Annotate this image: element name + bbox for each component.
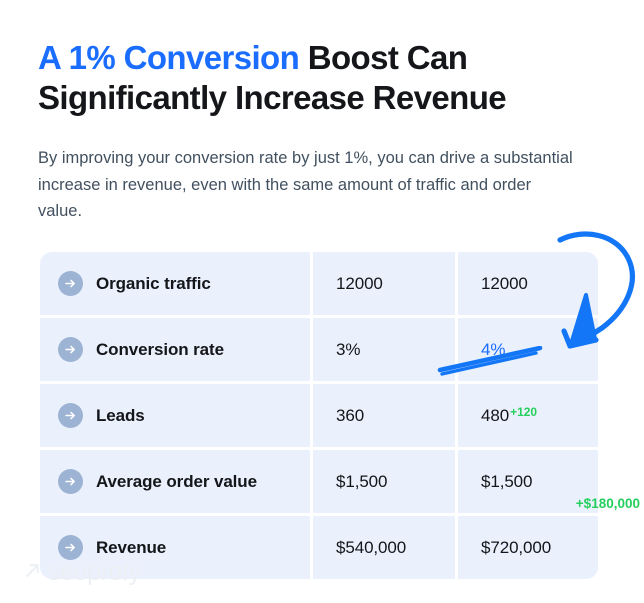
- row-label: Revenue: [96, 537, 167, 557]
- row-value-projected: 12000: [458, 252, 598, 315]
- table-row: Average order value $1,500 $1,500: [40, 450, 598, 513]
- row-label: Leads: [96, 405, 145, 425]
- row-label-cell: Leads: [40, 384, 310, 447]
- row-label: Average order value: [96, 471, 257, 491]
- row-label-cell: Conversion rate: [40, 318, 310, 381]
- table-row: Organic traffic 12000 12000: [40, 252, 598, 315]
- arrow-right-circle-icon: [58, 469, 83, 494]
- cell-text: 3%: [336, 339, 361, 359]
- row-label: Conversion rate: [96, 339, 224, 359]
- cell-text: 12000: [481, 273, 528, 293]
- table-row: Conversion rate 3% 4%: [40, 318, 598, 381]
- row-value-projected: 4%: [458, 318, 598, 381]
- row-value-projected: 480 +120: [458, 384, 598, 447]
- row-label-cell: Average order value: [40, 450, 310, 513]
- comparison-table: Organic traffic 12000 12000 Conversion r…: [40, 252, 640, 579]
- delta-badge: +120: [510, 404, 538, 419]
- headline-accent: A 1% Conversion: [38, 39, 300, 76]
- revenue-delta-badge: +$180,000: [575, 496, 640, 511]
- cell-text: $1,500: [336, 471, 388, 491]
- row-value-current: $540,000: [313, 516, 455, 579]
- cell-text: $540,000: [336, 537, 407, 557]
- cell-text: 480: [481, 405, 510, 425]
- row-label: Organic traffic: [96, 273, 211, 293]
- arrow-right-circle-icon: [58, 337, 83, 362]
- page-title: A 1% Conversion Boost Can Significantly …: [38, 38, 618, 118]
- arrow-right-circle-icon: [58, 403, 83, 428]
- row-value-projected: $720,000: [458, 516, 598, 579]
- row-value-current: 3%: [313, 318, 455, 381]
- arrow-right-circle-icon: [58, 535, 83, 560]
- seoprofy-logo: seoprofy: [24, 560, 141, 585]
- subtitle-text: By improving your conversion rate by jus…: [38, 149, 573, 220]
- cell-text: 12000: [336, 273, 383, 293]
- logo-wordmark: seoprofy: [48, 558, 141, 586]
- row-value-current: 360: [313, 384, 455, 447]
- cell-text-highlighted: 4%: [481, 339, 506, 359]
- arrow-right-circle-icon: [58, 271, 83, 296]
- table-row: Leads 360 480 +120: [40, 384, 598, 447]
- row-label-cell: Organic traffic: [40, 252, 310, 315]
- row-value-current: 12000: [313, 252, 455, 315]
- cell-text: $1,500: [481, 471, 533, 491]
- cell-text: 360: [336, 405, 365, 425]
- row-value-current: $1,500: [313, 450, 455, 513]
- infographic-card: A 1% Conversion Boost Can Significantly …: [0, 0, 644, 603]
- cell-text: $720,000: [481, 537, 552, 557]
- arrow-up-right-icon: [24, 562, 41, 584]
